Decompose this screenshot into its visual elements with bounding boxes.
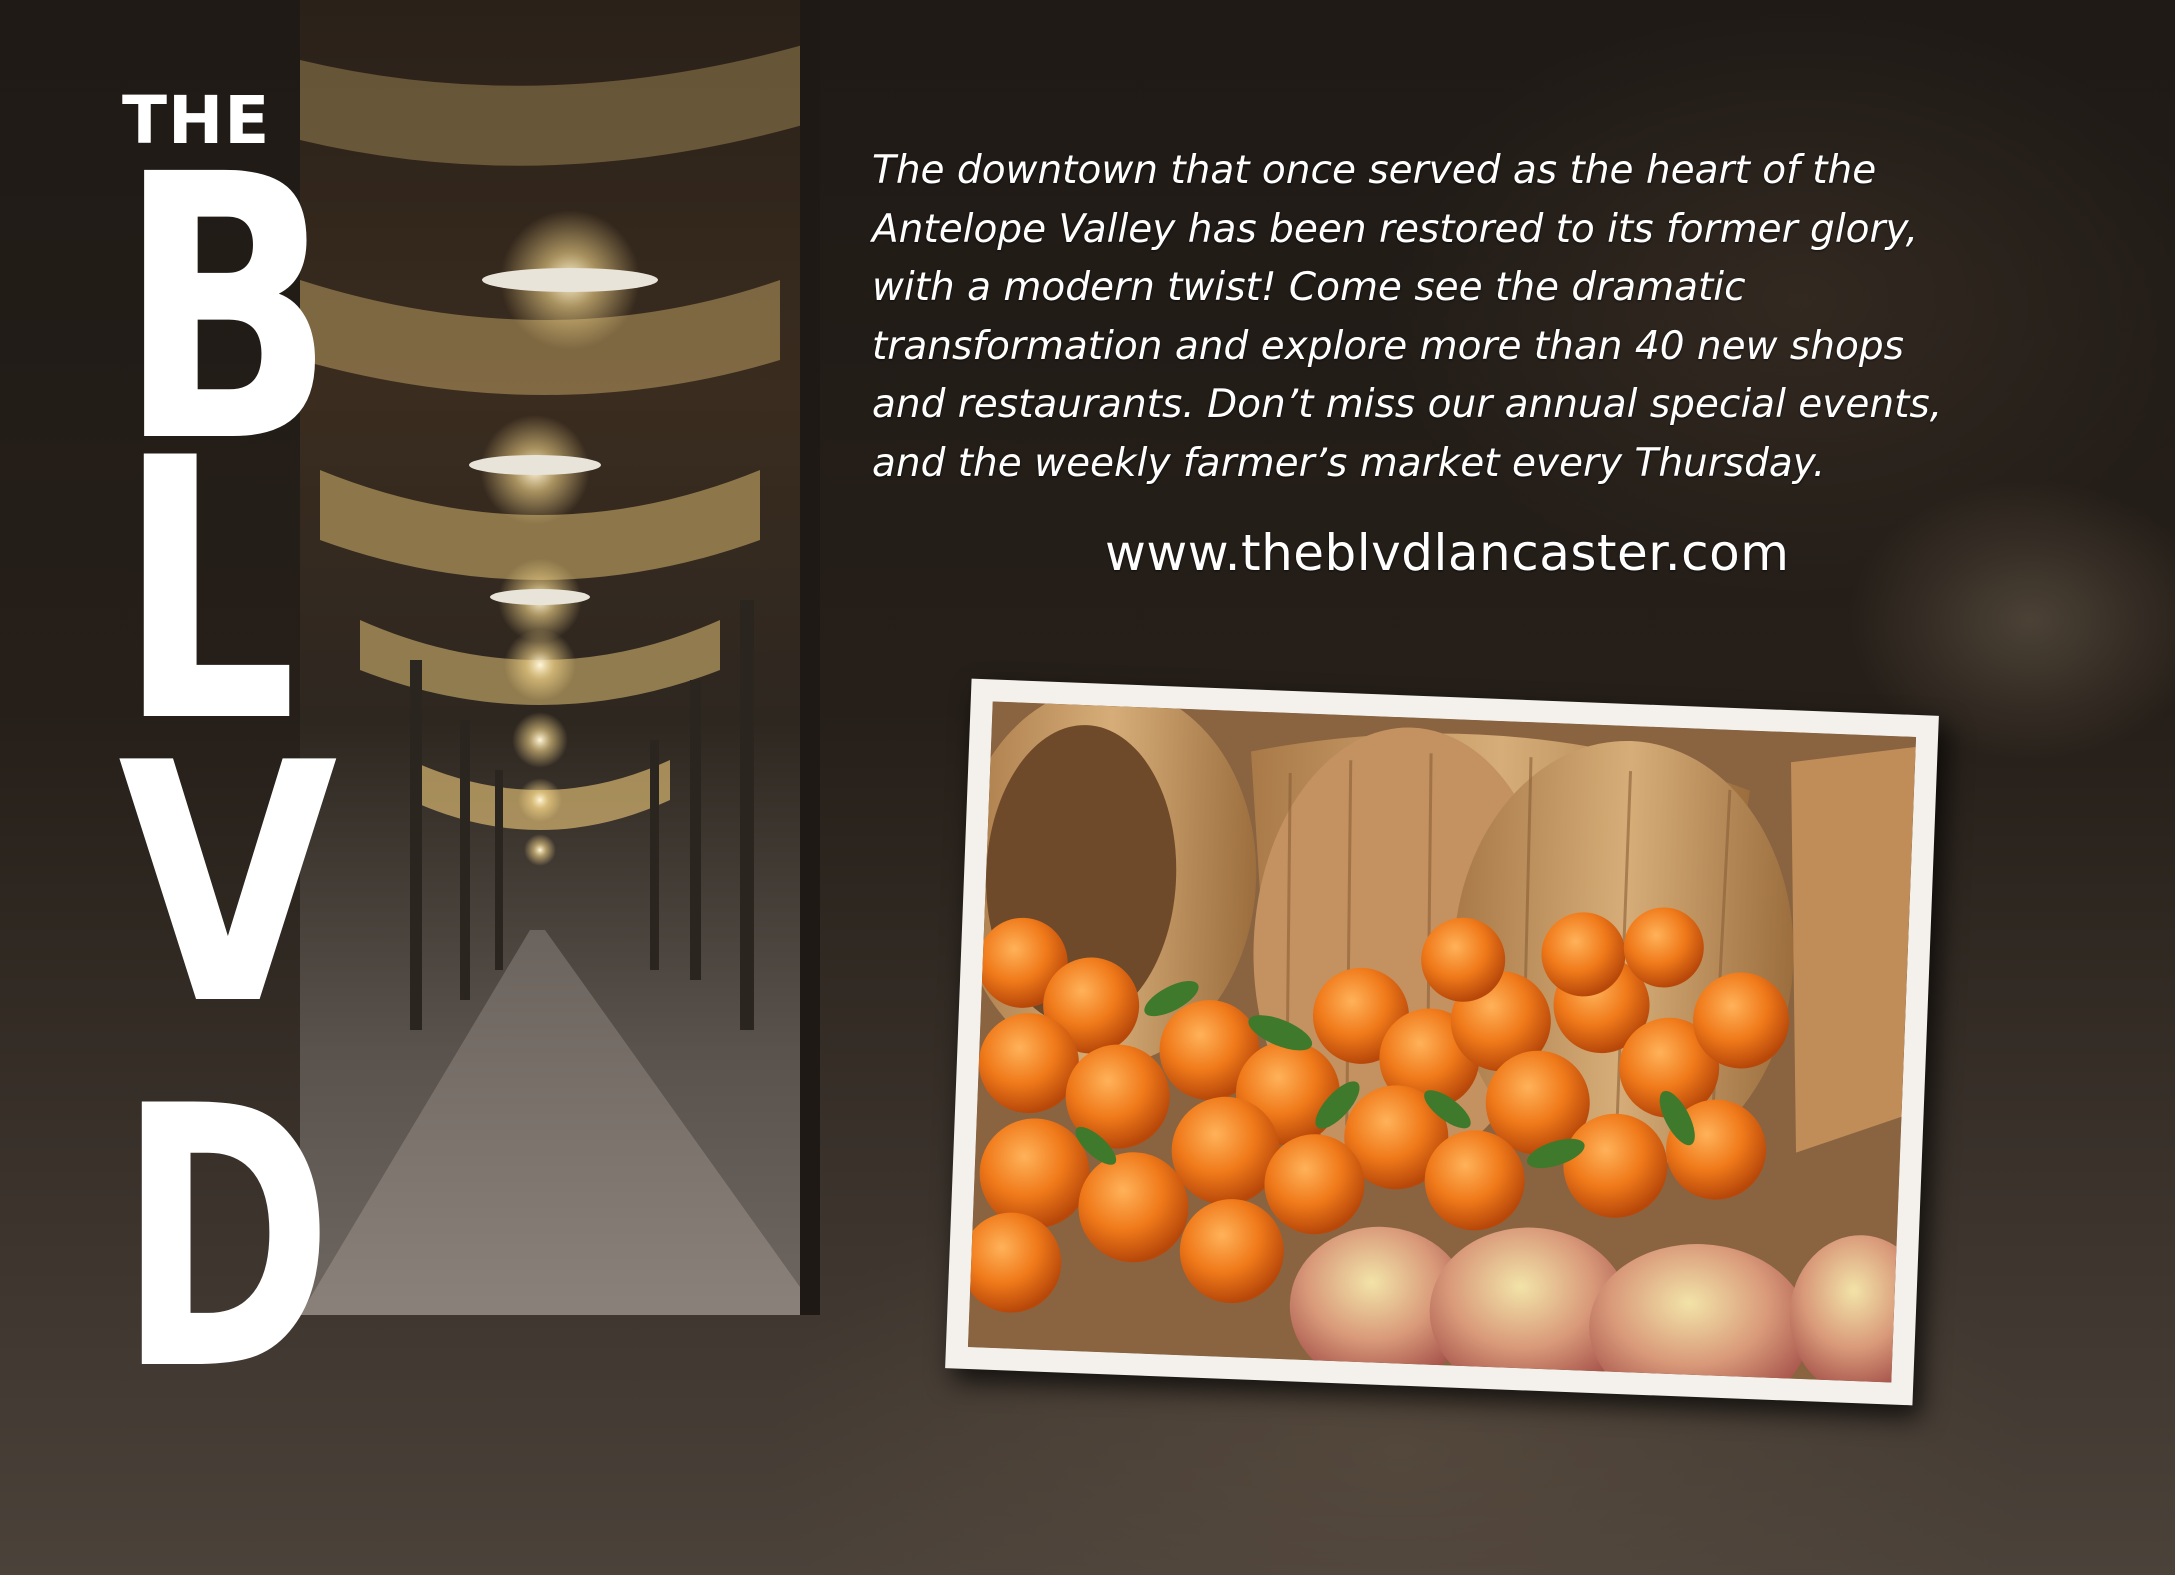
description-line: Antelope Valley has been restored to its… (872, 206, 1918, 252)
website-link[interactable]: www.theblvdlancaster.com (1105, 524, 1789, 582)
lit-walkway-photo (300, 0, 820, 1315)
description-line: with a modern twist! Come see the dramat… (872, 265, 1746, 311)
description-line: and restaurants. Don’t miss our annual s… (872, 382, 1943, 428)
walkway-illustration (300, 0, 820, 1315)
oranges-and-baskets-illustration (967, 701, 1917, 1383)
description-line: and the weekly farmer’s market every Thu… (872, 440, 1826, 486)
logo-letter-v: V (118, 693, 338, 1077)
description-paragraph: The downtown that once served as the hea… (872, 142, 2022, 494)
farmers-market-photo (945, 678, 1939, 1406)
logo-letter-d: D (118, 1030, 334, 1449)
description-line: transformation and explore more than 40 … (872, 323, 1904, 369)
description-line: The downtown that once served as the hea… (872, 148, 1877, 193)
photo-content (967, 701, 1917, 1383)
